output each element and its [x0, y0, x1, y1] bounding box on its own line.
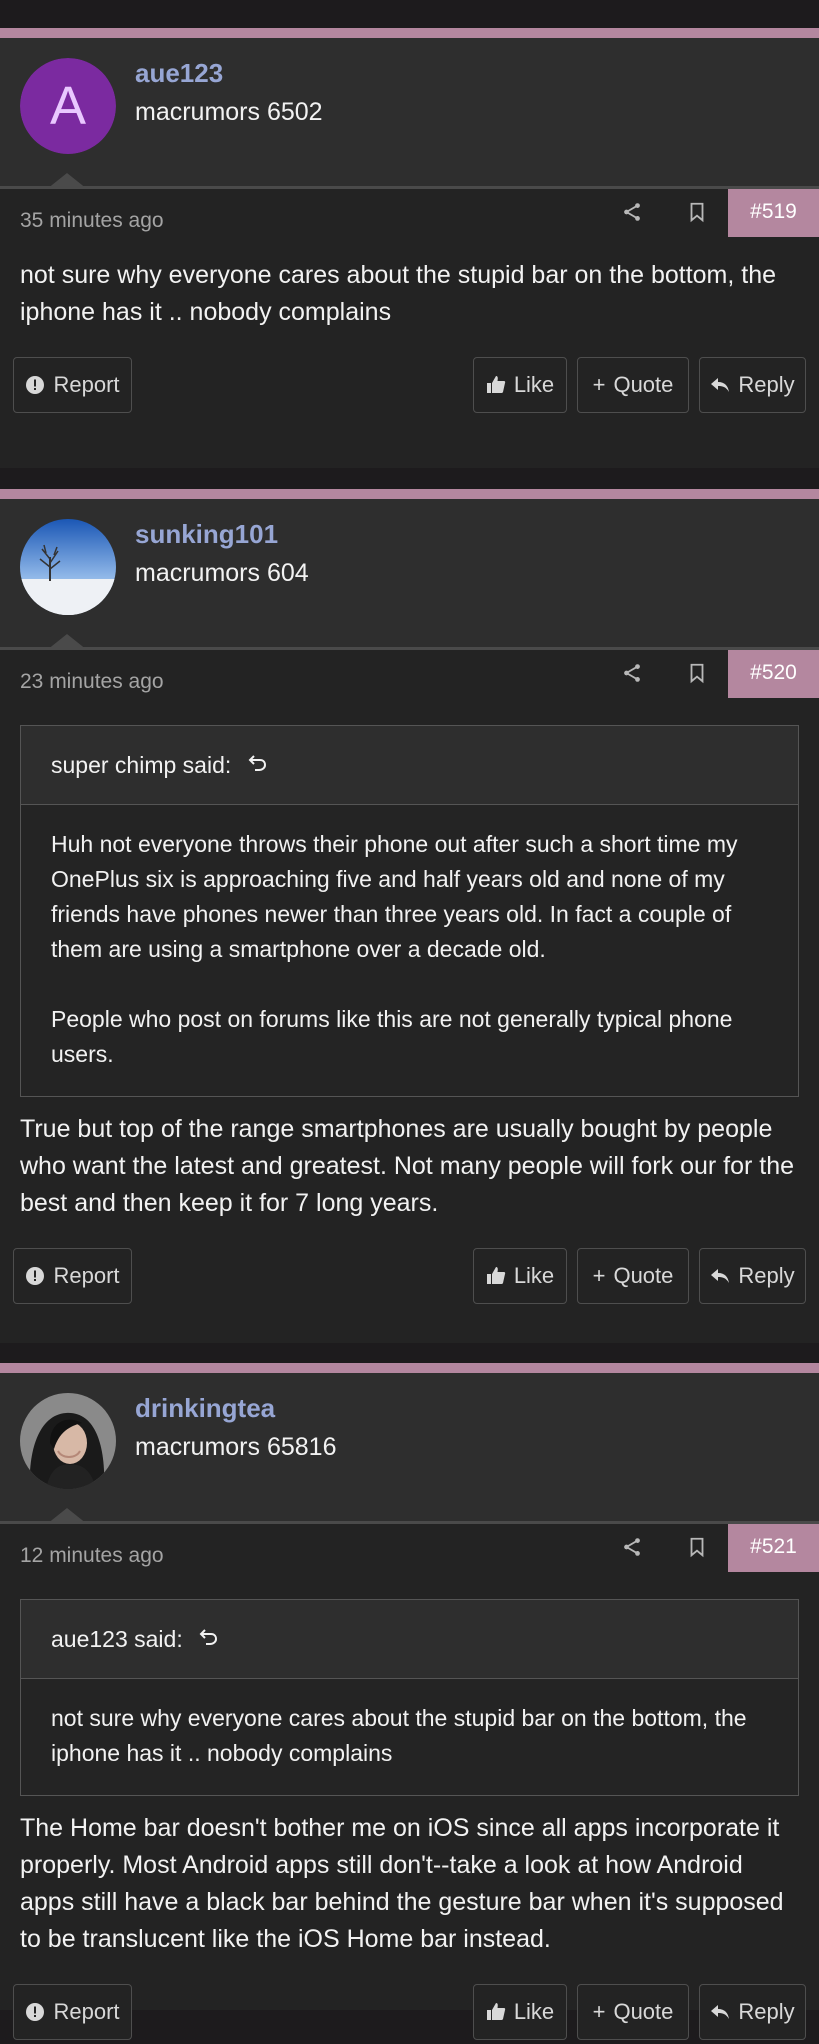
- report-label: Report: [53, 1999, 120, 2024]
- post-body: The Home bar doesn't bother me on iOS si…: [20, 1814, 784, 1953]
- post-body: not sure why everyone cares about the st…: [20, 261, 777, 326]
- avatar-pointer: [47, 1508, 87, 1524]
- post-timestamp[interactable]: 12 minutes ago: [20, 1544, 164, 1568]
- quote-body: Huh not everyone throws their phone out …: [21, 805, 798, 1096]
- report-button[interactable]: Report: [13, 1248, 132, 1304]
- bookmark-icon[interactable]: [686, 201, 708, 223]
- username[interactable]: drinkingtea: [135, 1393, 275, 1424]
- plus-icon: +: [592, 1999, 606, 2024]
- quote-paragraph: People who post on forums like this are …: [51, 1006, 733, 1067]
- post-header: A aue123 macrumors 6502: [0, 38, 819, 189]
- thumbs-up-icon: [486, 2003, 506, 2020]
- quote-label: Quote: [613, 1263, 674, 1288]
- reply-button[interactable]: Reply: [699, 1248, 806, 1304]
- post-timestamp[interactable]: 35 minutes ago: [20, 209, 164, 233]
- like-button[interactable]: Like: [473, 1984, 567, 2040]
- post-actions: Report Like + Quote Reply: [0, 1984, 819, 2044]
- post-number[interactable]: #520: [728, 650, 819, 698]
- bookmark-icon[interactable]: [686, 662, 708, 684]
- quote-header[interactable]: super chimp said:: [21, 726, 798, 805]
- share-icon[interactable]: [621, 1536, 643, 1558]
- thumbs-up-icon: [486, 1267, 506, 1284]
- share-icon[interactable]: [621, 201, 643, 223]
- jump-to-quote-icon[interactable]: [199, 1627, 219, 1647]
- post-actions: Report Like + Quote Reply: [0, 357, 819, 417]
- reply-label: Reply: [738, 1999, 795, 2024]
- quote-body: not sure why everyone cares about the st…: [21, 1679, 798, 1795]
- avatar[interactable]: A: [20, 58, 116, 154]
- quote-button[interactable]: + Quote: [577, 1984, 689, 2040]
- quote-block: super chimp said: Huh not everyone throw…: [20, 725, 799, 1097]
- report-button[interactable]: Report: [13, 357, 132, 413]
- post-header: sunking101 macrumors 604: [0, 499, 819, 650]
- username[interactable]: sunking101: [135, 519, 278, 550]
- like-label: Like: [513, 1263, 555, 1288]
- reply-label: Reply: [738, 372, 795, 397]
- plus-icon: +: [592, 1263, 606, 1288]
- report-label: Report: [53, 1263, 120, 1288]
- username[interactable]: aue123: [135, 58, 223, 89]
- quote-paragraph: Huh not everyone throws their phone out …: [51, 831, 738, 962]
- post-actions: Report Like + Quote Reply: [0, 1248, 819, 1308]
- reply-arrow-icon: [711, 2005, 730, 2019]
- quote-label: Quote: [613, 372, 674, 397]
- post-521: drinkingtea macrumors 65816 12 minutes a…: [0, 1363, 819, 2040]
- report-label: Report: [53, 372, 120, 397]
- user-title: macrumors 604: [135, 559, 309, 587]
- post-header: drinkingtea macrumors 65816: [0, 1373, 819, 1524]
- avatar[interactable]: [20, 519, 116, 615]
- quote-header[interactable]: aue123 said:: [21, 1600, 798, 1679]
- avatar-pointer: [47, 634, 87, 650]
- avatar[interactable]: [20, 1393, 116, 1489]
- alert-icon: [26, 376, 45, 394]
- avatar-pointer: [47, 173, 87, 189]
- like-button[interactable]: Like: [473, 1248, 567, 1304]
- post-meta: 35 minutes ago #519: [0, 189, 819, 247]
- avatar-letter: A: [20, 58, 116, 154]
- post-number[interactable]: #521: [728, 1524, 819, 1572]
- like-label: Like: [513, 1999, 555, 2024]
- reply-label: Reply: [738, 1263, 795, 1288]
- report-button[interactable]: Report: [13, 1984, 132, 2040]
- quote-block: aue123 said: not sure why everyone cares…: [20, 1599, 799, 1796]
- quote-button[interactable]: + Quote: [577, 357, 689, 413]
- reply-arrow-icon: [711, 378, 730, 392]
- plus-icon: +: [592, 372, 606, 397]
- post-number[interactable]: #519: [728, 189, 819, 237]
- share-icon[interactable]: [621, 662, 643, 684]
- reply-arrow-icon: [711, 1269, 730, 1283]
- snowy-tree-avatar-icon: [20, 519, 116, 615]
- thread-page: A aue123 macrumors 6502 35 minutes ago #…: [0, 0, 819, 2040]
- alert-icon: [26, 2003, 45, 2021]
- quote-author: aue123 said:: [51, 1626, 183, 1652]
- bookmark-icon[interactable]: [686, 1536, 708, 1558]
- quote-button[interactable]: + Quote: [577, 1248, 689, 1304]
- like-button[interactable]: Like: [473, 357, 567, 413]
- reply-button[interactable]: Reply: [699, 1984, 806, 2040]
- jump-to-quote-icon[interactable]: [248, 753, 268, 773]
- post-timestamp[interactable]: 23 minutes ago: [20, 670, 164, 694]
- quote-paragraph: not sure why everyone cares about the st…: [51, 1705, 747, 1766]
- quote-author: super chimp said:: [51, 752, 232, 778]
- quote-label: Quote: [613, 1999, 674, 2024]
- post-519: A aue123 macrumors 6502 35 minutes ago #…: [0, 28, 819, 468]
- post-meta: 12 minutes ago #521: [0, 1524, 819, 1582]
- post-meta: 23 minutes ago #520: [0, 650, 819, 708]
- portrait-avatar-icon: [20, 1393, 116, 1489]
- user-title: macrumors 65816: [135, 1433, 337, 1461]
- thumbs-up-icon: [486, 376, 506, 393]
- user-title: macrumors 6502: [135, 98, 323, 126]
- post-body: True but top of the range smartphones ar…: [20, 1115, 795, 1217]
- post-520: sunking101 macrumors 604 23 minutes ago …: [0, 489, 819, 1343]
- reply-button[interactable]: Reply: [699, 357, 806, 413]
- like-label: Like: [513, 372, 555, 397]
- alert-icon: [26, 1267, 45, 1285]
